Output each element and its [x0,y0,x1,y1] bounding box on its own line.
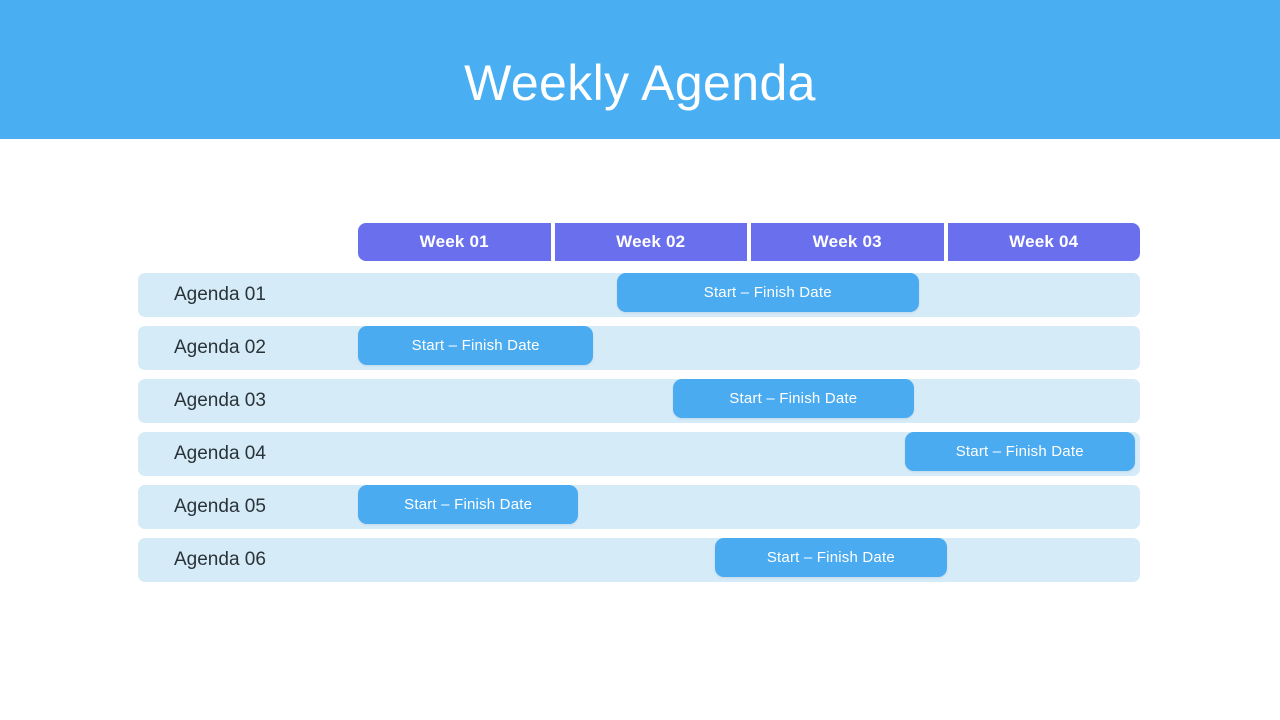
week-header-cell-1[interactable]: Week 01 [358,223,551,261]
agenda-row[interactable]: Agenda 03 Start – Finish Date [138,379,1140,423]
agenda-duration-bar[interactable]: Start – Finish Date [673,379,914,418]
agenda-duration-bar-label: Start – Finish Date [411,337,540,354]
agenda-row[interactable]: Agenda 04 Start – Finish Date [138,432,1140,476]
page-title: Weekly Agenda [464,55,816,111]
week-header-cell-3[interactable]: Week 03 [751,223,944,261]
agenda-row[interactable]: Agenda 05 Start – Finish Date [138,485,1140,529]
agenda-duration-bar-label: Start – Finish Date [703,284,832,301]
agenda-row[interactable]: Agenda 02 Start – Finish Date [138,326,1140,370]
week-header-label: Week 01 [419,232,489,251]
agenda-row-label: Agenda 02 [174,337,266,358]
agenda-duration-bar-label: Start – Finish Date [766,549,895,566]
agenda-duration-bar[interactable]: Start – Finish Date [616,273,919,312]
title-banner: Weekly Agenda [0,0,1280,139]
slide-canvas: Weekly Agenda Week 01 Week 02 Week 03 Week … [0,0,1280,720]
week-header-label: Week 04 [1009,232,1079,251]
agenda-row-label: Agenda 05 [174,496,266,517]
agenda-duration-bar[interactable]: Start – Finish Date [715,538,947,577]
agenda-duration-bar-label: Start – Finish Date [955,443,1084,460]
agenda-row-label: Agenda 06 [174,549,266,570]
agenda-duration-bar[interactable]: Start – Finish Date [904,432,1135,471]
agenda-duration-bar-label: Start – Finish Date [729,390,858,407]
agenda-duration-bar[interactable]: Start – Finish Date [358,485,578,524]
agenda-row-label: Agenda 04 [174,443,266,464]
week-header-row: Week 01 Week 02 Week 03 Week 04 [358,223,1140,261]
gantt-chart: Week 01 Week 02 Week 03 Week 04 Agenda 01 St… [138,223,1140,583]
week-header-label: Week 02 [616,232,686,251]
agenda-row-label: Agenda 03 [174,390,266,411]
agenda-duration-bar[interactable]: Start – Finish Date [358,326,593,365]
agenda-rows: Agenda 01 Start – Finish Date Agenda 02 Sta… [138,273,1140,591]
agenda-row[interactable]: Agenda 06 Start – Finish Date [138,538,1140,582]
agenda-duration-bar-label: Start – Finish Date [404,496,533,513]
agenda-row[interactable]: Agenda 01 Start – Finish Date [138,273,1140,317]
week-header-cell-4[interactable]: Week 04 [947,223,1140,261]
week-header-cell-2[interactable]: Week 02 [554,223,747,261]
week-header-label: Week 03 [812,232,882,251]
agenda-row-label: Agenda 01 [174,284,266,305]
